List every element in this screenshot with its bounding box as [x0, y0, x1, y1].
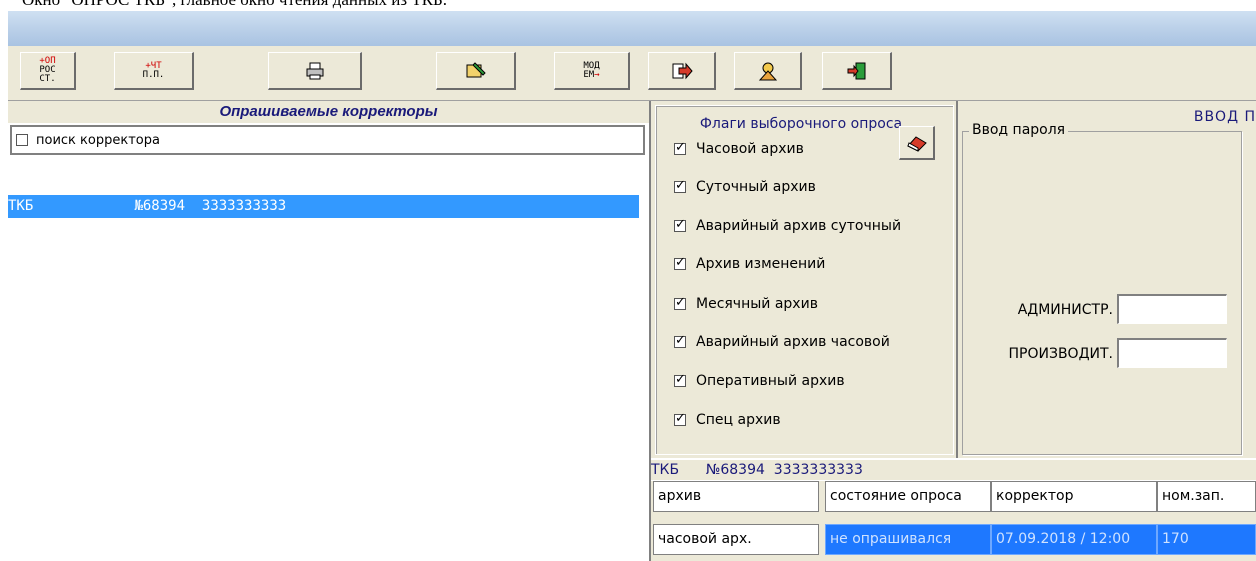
- search-corrector-row[interactable]: поиск корректора: [10, 125, 645, 155]
- help-button[interactable]: [734, 52, 802, 90]
- print-button[interactable]: [268, 52, 362, 90]
- selective-poll-flags-panel: Флаги выборочного опроса Часовой архив С…: [651, 101, 958, 458]
- printer-icon: [306, 62, 323, 79]
- flag-label: Месячный архив: [696, 296, 818, 312]
- flag-checkbox[interactable]: [674, 217, 686, 232]
- exit-button[interactable]: [822, 52, 892, 90]
- corrector-list-item[interactable]: ТКБ №68394 3333333333: [8, 195, 639, 218]
- admin-password-label: АДМИНИСТР.: [1017, 302, 1113, 318]
- producer-password-input[interactable]: [1117, 338, 1227, 368]
- title-bar: [8, 11, 1256, 46]
- flag-special-archive[interactable]: Спец архив: [674, 411, 781, 428]
- read-params-button[interactable]: +ЧТ П.П.: [114, 52, 194, 90]
- password-panel-title: ВВОД П: [1193, 109, 1256, 125]
- clear-flags-button[interactable]: [899, 126, 935, 160]
- flag-label: Аварийный архив суточный: [696, 218, 902, 234]
- corrector-phone: 3333333333: [201, 198, 287, 214]
- poll-stations-button[interactable]: +ОП РОС СТ.: [20, 52, 76, 90]
- flag-checkbox[interactable]: [674, 295, 686, 310]
- polled-correctors-panel: Опрашиваемые корректоры поиск корректора…: [8, 101, 651, 561]
- corrector-number: №68394: [134, 198, 186, 214]
- flag-label: Оперативный архив: [696, 373, 845, 389]
- settings-tool-button[interactable]: [436, 52, 516, 90]
- flag-monthly-archive[interactable]: Месячный архив: [674, 295, 818, 312]
- flag-emergency-hourly-archive[interactable]: Аварийный архив часовой: [674, 333, 890, 350]
- table-cell-record-number[interactable]: 170: [1157, 524, 1256, 555]
- toolbar: +ОП РОС СТ. +ЧТ П.П. МОД ЕМ→: [8, 46, 1256, 101]
- read-params-line2: П.П.: [142, 69, 165, 80]
- modem-line2: ЕМ: [583, 69, 595, 80]
- flags-group: Флаги выборочного опроса Часовой архив С…: [655, 105, 954, 455]
- hand-tool-icon: [466, 61, 486, 77]
- flag-changes-archive[interactable]: Архив изменений: [674, 255, 826, 272]
- admin-password-input[interactable]: [1117, 294, 1227, 324]
- flag-checkbox[interactable]: [674, 411, 686, 426]
- flag-daily-archive[interactable]: Суточный архив: [674, 178, 816, 195]
- corrector-name: ТКБ: [8, 198, 34, 214]
- exit-door-icon: [847, 62, 865, 79]
- selected-corrector-info: ТКБ №68394 3333333333: [651, 460, 1256, 480]
- search-corrector-label: поиск корректора: [36, 132, 160, 148]
- modem-button[interactable]: МОД ЕМ→: [554, 52, 630, 90]
- password-group-label: Ввод пароля: [969, 122, 1069, 138]
- flag-hourly-archive[interactable]: Часовой архив: [674, 140, 804, 157]
- flag-checkbox[interactable]: [674, 372, 686, 387]
- flag-label: Часовой архив: [696, 141, 804, 157]
- producer-password-label: ПРОИЗВОДИТ.: [1008, 346, 1113, 362]
- search-corrector-checkbox[interactable]: [16, 134, 28, 146]
- column-header-record-number: ном.зап.: [1157, 481, 1256, 512]
- poll-stations-line3: СТ.: [39, 74, 56, 84]
- table-cell-corrector[interactable]: 07.09.2018 / 12:00: [991, 524, 1157, 555]
- flag-emergency-daily-archive[interactable]: Аварийный архив суточный: [674, 217, 902, 234]
- password-group: Ввод пароля АДМИНИСТР. ПРОИЗВОДИТ.: [962, 122, 1242, 455]
- flag-label: Суточный архив: [696, 179, 816, 195]
- arrow-right-icon: →: [594, 69, 600, 80]
- help-person-icon: [758, 62, 777, 80]
- window-caption: Окно "ОПРОС ТКБ", главное окно чтения да…: [22, 0, 447, 10]
- archive-status-grid: архив состояние опроса корректор ном.зап…: [651, 481, 1256, 561]
- table-cell-archive[interactable]: часовой арх.: [653, 524, 819, 555]
- flag-checkbox[interactable]: [674, 178, 686, 193]
- export-button[interactable]: [648, 52, 716, 90]
- export-arrow-icon: [672, 62, 693, 79]
- eraser-icon: [906, 135, 927, 152]
- column-header-archive: архив: [653, 481, 819, 512]
- flag-operative-archive[interactable]: Оперативный архив: [674, 372, 845, 389]
- password-input-panel: ВВОД П Ввод пароля АДМИНИСТР. ПРОИЗВОДИТ…: [958, 101, 1256, 458]
- flag-label: Спец архив: [696, 412, 781, 428]
- flag-checkbox[interactable]: [674, 140, 686, 155]
- flag-label: Аварийный архив часовой: [696, 334, 890, 350]
- flag-checkbox[interactable]: [674, 255, 686, 270]
- column-header-poll-status: состояние опроса: [825, 481, 991, 512]
- column-header-corrector: корректор: [991, 481, 1157, 512]
- polled-correctors-title: Опрашиваемые корректоры: [8, 101, 649, 123]
- flag-checkbox[interactable]: [674, 333, 686, 348]
- table-cell-poll-status[interactable]: не опрашивался: [825, 524, 991, 555]
- flag-label: Архив изменений: [696, 256, 826, 272]
